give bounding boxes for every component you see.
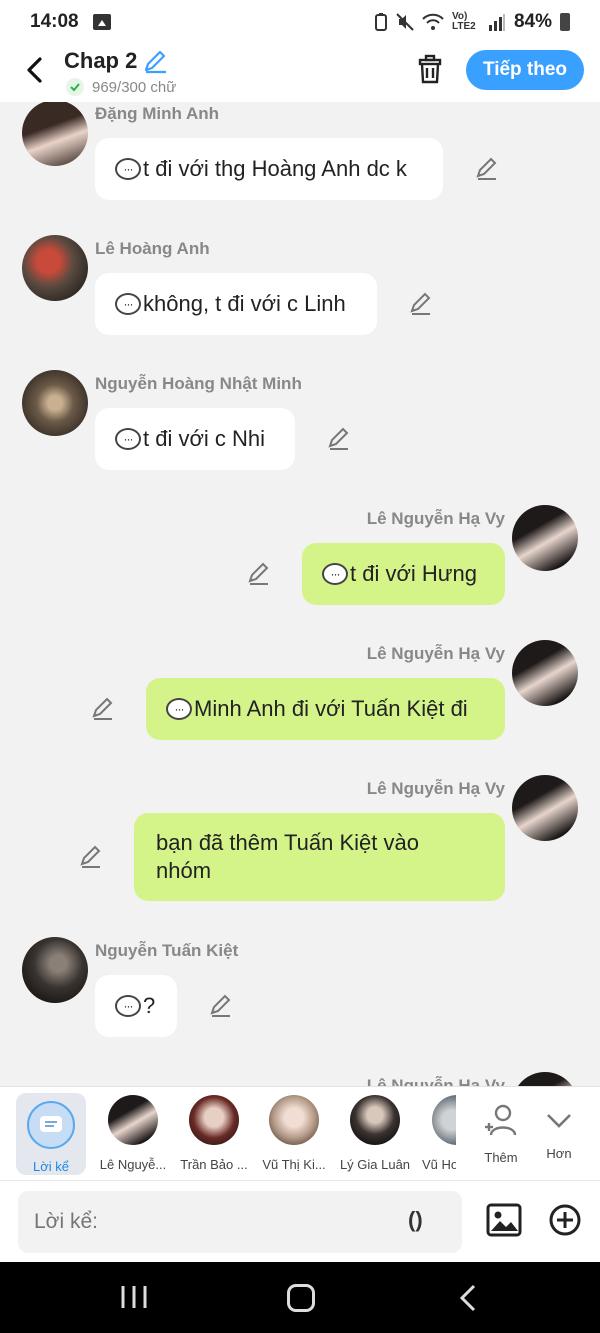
word-count-label: 969/300 chữ [92, 78, 177, 96]
edit-message-icon[interactable] [208, 993, 234, 1019]
message-bubble[interactable]: bạn đã thêm Tuấn Kiệt vào nhóm [134, 813, 505, 901]
gallery-notification-icon [92, 14, 111, 30]
chapter-header: Chap 2 969/300 chữ Tiếp theo [0, 44, 600, 102]
back-button[interactable] [18, 54, 50, 86]
edit-message-icon[interactable] [78, 844, 104, 870]
avatar [350, 1095, 400, 1145]
avatar [432, 1095, 456, 1145]
avatar[interactable] [22, 370, 88, 436]
sender-name: Nguyễn Hoàng Nhật Minh [95, 374, 302, 393]
sender-name: Lê Hoàng Anh [95, 239, 210, 258]
avatar[interactable] [512, 505, 578, 571]
message-text: ? [143, 993, 156, 1018]
delete-button[interactable] [414, 54, 446, 86]
composer: () [0, 1180, 600, 1262]
message-bubble[interactable]: ··· t đi với Hưng [302, 543, 505, 605]
typing-dots-icon: ··· [115, 293, 141, 315]
edit-message-icon[interactable] [326, 426, 352, 452]
narration-input[interactable] [18, 1191, 462, 1253]
character-item[interactable]: Vũ Ho [416, 1093, 456, 1172]
battery-percent: 84% [513, 11, 552, 32]
avatar[interactable] [22, 937, 88, 1003]
next-button[interactable]: Tiếp theo [466, 50, 584, 90]
typing-dots-icon: ··· [166, 698, 192, 720]
network-label: Vo) LTE2 [451, 11, 476, 32]
character-label: Lý Gia Luân [339, 1157, 411, 1172]
message-bubble[interactable]: ··· không, t đi với c Linh [95, 273, 377, 335]
typing-dots-icon: ··· [322, 563, 348, 585]
character-selector: Lời kể Lê Nguyễ... Trần Bảo ... Vũ Thị K… [0, 1086, 600, 1180]
character-label: Trần Bảo ... [180, 1157, 248, 1172]
avatar[interactable] [512, 775, 578, 841]
avatar[interactable] [22, 235, 88, 301]
message-bubble[interactable]: ··· ? [95, 975, 177, 1037]
message-text: Minh Anh đi với Tuấn Kiệt đi [194, 696, 468, 721]
avatar[interactable] [512, 640, 578, 706]
sender-name: Lê Nguyễn Hạ Vy [366, 1076, 505, 1086]
character-label: Lê Nguyễ... [99, 1157, 167, 1172]
chevron-left-icon [27, 57, 42, 83]
character-item[interactable]: Lý Gia Luân [336, 1093, 414, 1172]
status-indicators: Vo) LTE2 84% [374, 11, 570, 33]
avatar [108, 1095, 158, 1145]
nav-back-icon[interactable] [456, 1284, 480, 1312]
parenthesis-button[interactable]: () [408, 1207, 423, 1233]
message-text-line2: nhóm [156, 858, 212, 883]
chevron-down-icon [547, 1114, 571, 1128]
message-text: t đi với Hưng [350, 561, 477, 586]
message-bubble[interactable]: ··· t đi với thg Hoàng Anh dc k [95, 138, 443, 200]
message-bubble[interactable]: ··· t đi với c Nhi [95, 408, 295, 470]
avatar[interactable] [512, 1072, 578, 1086]
home-icon[interactable] [287, 1284, 315, 1312]
status-time: 14:08 [30, 11, 79, 32]
word-count: 969/300 chữ [66, 78, 176, 96]
sender-name: Lê Nguyễn Hạ Vy [366, 644, 505, 663]
more-button[interactable]: Hơn [520, 1093, 598, 1161]
message-bubble[interactable]: ··· Minh Anh đi với Tuấn Kiệt đi [146, 678, 505, 740]
edit-title-icon[interactable] [142, 48, 168, 74]
character-label: Hơn [546, 1146, 572, 1161]
sender-name: Đặng Minh Anh [95, 104, 220, 123]
character-label: Lời kể [33, 1159, 69, 1174]
avatar [269, 1095, 319, 1145]
message-text-line1: bạn đã thêm Tuấn Kiệt vào [156, 830, 419, 855]
message-text: t đi với c Nhi [143, 426, 266, 451]
recent-apps-icon[interactable] [120, 1286, 148, 1308]
mute-icon [396, 13, 414, 31]
message-text: t đi với thg Hoàng Anh dc k [143, 156, 407, 181]
character-label: Vũ Thị Ki... [262, 1157, 326, 1172]
character-narrator[interactable]: Lời kể [16, 1093, 86, 1175]
wifi-icon [422, 13, 444, 30]
typing-dots-icon: ··· [115, 428, 141, 450]
character-item[interactable]: Trần Bảo ... [175, 1093, 253, 1172]
sender-name: Lê Nguyễn Hạ Vy [366, 509, 505, 528]
signal-icon [488, 14, 505, 31]
edit-message-icon[interactable] [90, 696, 116, 722]
sender-name: Nguyễn Tuấn Kiệt [95, 941, 239, 960]
status-bar: 14:08 Vo) LTE2 84% [0, 0, 600, 44]
chat-area[interactable]: Đặng Minh Anh ··· t đi với thg Hoàng Anh… [0, 102, 600, 1086]
add-person-icon [485, 1104, 517, 1136]
check-icon [66, 78, 84, 96]
avatar [189, 1095, 239, 1145]
page-title: Chap 2 [64, 48, 138, 73]
edit-message-icon[interactable] [408, 291, 434, 317]
character-item[interactable]: Lê Nguyễ... [94, 1093, 172, 1172]
character-item[interactable]: Vũ Thị Ki... [255, 1093, 333, 1172]
system-nav-bar [0, 1262, 600, 1333]
typing-dots-icon: ··· [115, 995, 141, 1017]
edit-message-icon[interactable] [474, 156, 500, 182]
narration-icon [27, 1101, 75, 1149]
battery-icon [560, 13, 570, 31]
add-icon[interactable] [548, 1203, 582, 1237]
image-icon[interactable] [486, 1203, 522, 1237]
avatar[interactable] [22, 102, 88, 166]
message-text: không, t đi với c Linh [143, 291, 346, 316]
sender-name: Lê Nguyễn Hạ Vy [366, 779, 505, 798]
typing-dots-icon: ··· [115, 158, 141, 180]
character-label: Vũ Ho [422, 1157, 456, 1172]
edit-message-icon[interactable] [246, 561, 272, 587]
battery-saver-icon [374, 13, 387, 31]
